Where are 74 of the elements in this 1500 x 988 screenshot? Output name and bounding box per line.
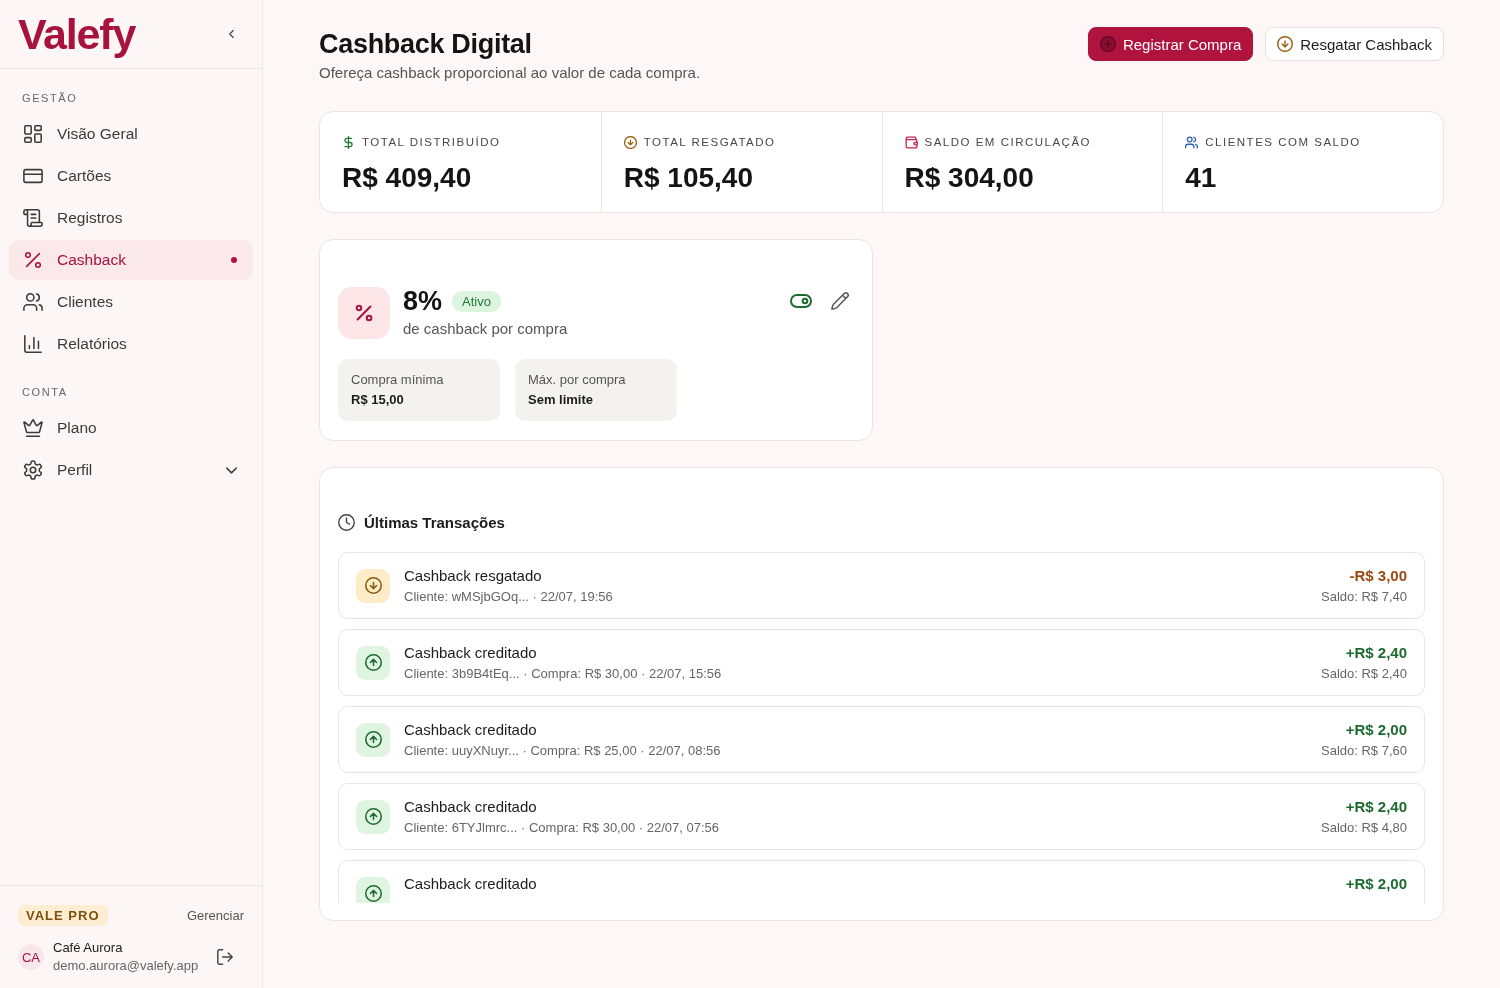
balance-text: Saldo: R$ 4,80 (1321, 818, 1407, 837)
logout-icon[interactable] (217, 949, 233, 965)
section-label: CONTA (21, 385, 69, 399)
stat-value: R$ 105,40 (623, 161, 754, 195)
section-label: GESTÃO (21, 91, 79, 105)
crown-icon (23, 418, 43, 438)
transaction-amount: +R$ 2,40 (1345, 642, 1407, 663)
edit-icon[interactable] (831, 292, 849, 310)
stat-label: CLIENTES COM SALDO (1205, 135, 1361, 149)
user-name: Café Aurora (53, 939, 124, 957)
sidebar-item[interactable]: Cashback (9, 240, 253, 280)
sidebar-item[interactable]: Plano (9, 408, 253, 448)
settings-icon (23, 460, 43, 480)
scroll-icon (23, 208, 43, 228)
transaction-amount: +R$ 2,00 (1345, 719, 1407, 740)
sidebar-item[interactable]: Relatórios (9, 324, 253, 364)
transaction-detail: Cliente: 6TYJlmrc... · Compra: R$ 30,00 · 22/07, 07:56 (404, 818, 721, 837)
sidebar-item[interactable]: Cartões (9, 156, 253, 196)
transaction-detail: Cliente: wMSjbGOq... · 22/07, 19:56 (404, 587, 614, 606)
chevron-left-icon[interactable] (228, 28, 235, 40)
plus-circle-icon (1099, 36, 1116, 52)
bar-chart-icon (23, 334, 43, 354)
rate-caption: de cashback por compra (403, 319, 569, 339)
limit-label: Compra mínima (351, 371, 445, 389)
limit-value: R$ 15,00 (351, 391, 405, 409)
limit-label: Máx. por compra (528, 371, 627, 389)
stat-value: 41 (1185, 161, 1218, 195)
toggle-icon[interactable] (790, 294, 812, 308)
transaction-title: Cashback creditado (404, 796, 538, 817)
balance-text: Saldo: R$ 7,60 (1321, 741, 1407, 760)
sidebar-item[interactable]: Visão Geral (9, 114, 253, 154)
transaction-detail: Cliente: 3b9B4tEq... · Compra: R$ 30,00 · 22/07, 15:56 (404, 664, 723, 683)
logo: Valefy (18, 9, 136, 59)
limit-value: Sem limite (528, 391, 595, 409)
balance-text: Saldo: R$ 7,40 (1321, 587, 1407, 606)
stat-label: SALDO EM CIRCULAÇÃO (924, 135, 1092, 149)
user-email: demo.aurora@valefy.app (53, 957, 200, 975)
stat-label: TOTAL DISTRIBUÍDO (362, 135, 501, 149)
transaction-title: Cashback resgatado (404, 565, 543, 586)
dollar-icon (342, 135, 355, 149)
plan-badge: VALE PRO (18, 905, 108, 926)
stat-value: R$ 304,00 (904, 161, 1035, 195)
page-subtitle: Ofereça cashback proporcional ao valor de cada compra. (319, 63, 701, 83)
clock-icon (338, 513, 355, 531)
register-purchase-button[interactable]: Registrar Compra (1087, 27, 1254, 61)
percent-icon (23, 250, 43, 270)
manage-link[interactable]: Gerenciar (186, 908, 244, 923)
percent-icon (338, 287, 390, 339)
sidebar-item[interactable]: Clientes (9, 282, 253, 322)
cashback-rate: 8% (403, 285, 443, 317)
transaction-amount: +R$ 2,40 (1345, 796, 1407, 817)
sidebar-item[interactable]: Perfil (9, 450, 253, 490)
wallet-icon (904, 135, 918, 149)
stat-label: TOTAL RESGATADO (643, 135, 776, 149)
transaction-amount: -R$ 3,00 (1349, 565, 1407, 586)
stat-value: R$ 409,40 (342, 161, 473, 195)
transaction-title: Cashback creditado (404, 719, 538, 740)
users-icon (23, 292, 43, 312)
selected-dot-icon (231, 257, 237, 263)
transaction-title: Cashback creditado (404, 873, 538, 894)
transaction-detail: Cliente: uuyXNuyr... · Compra: R$ 25,00 · 22/07, 08:56 (404, 741, 722, 760)
status-badge: Ativo (452, 290, 501, 312)
credit-card-icon (23, 166, 43, 186)
redeem-button[interactable]: Resgatar Cashback (1265, 27, 1444, 61)
avatar: CA (18, 944, 44, 970)
section-title: Últimas Transações (364, 513, 505, 531)
page-title: Cashback Digital (319, 28, 533, 60)
balance-text: Saldo: R$ 2,40 (1321, 664, 1407, 683)
layout-grid-icon (23, 124, 43, 144)
users-icon (1185, 135, 1199, 149)
arrow-down-circle-icon (1277, 36, 1294, 52)
transaction-title: Cashback creditado (404, 642, 538, 663)
transaction-amount: +R$ 2,00 (1345, 873, 1407, 894)
sidebar-item[interactable]: Registros (9, 198, 253, 238)
